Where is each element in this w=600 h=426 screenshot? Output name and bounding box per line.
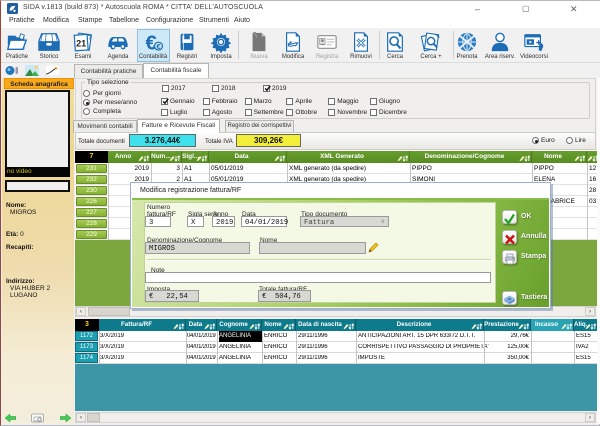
svg-text:€: € — [156, 42, 160, 51]
svg-text:€: € — [146, 32, 157, 53]
svg-text:21: 21 — [76, 39, 86, 49]
